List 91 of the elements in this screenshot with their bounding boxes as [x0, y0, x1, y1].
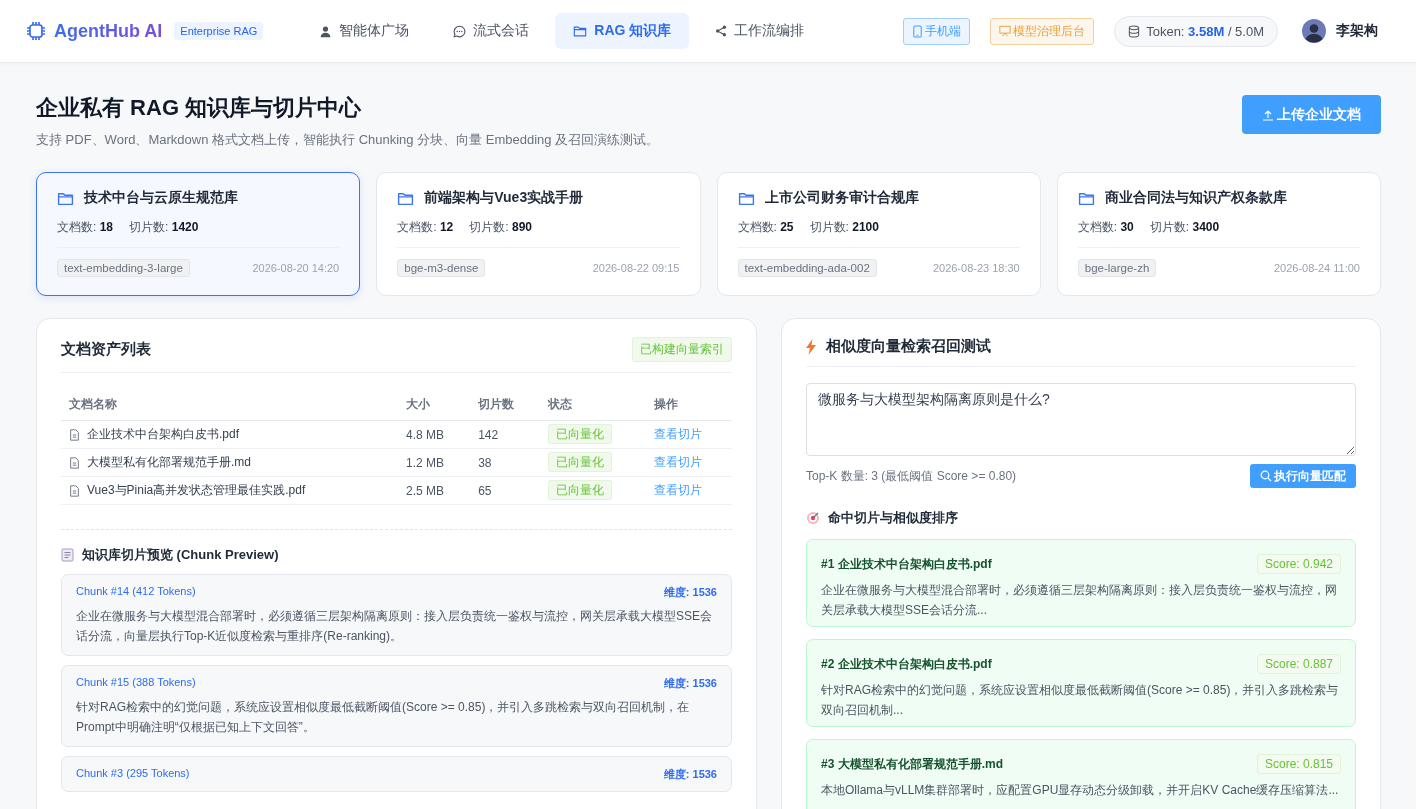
size-cell: 2.5 MB	[398, 476, 471, 505]
database-icon	[1128, 24, 1141, 38]
page-subtitle: 支持 PDF、Word、Markdown 格式文档上传，智能执行 Chunking 分块、向量 Embedding 及召回演练测试。	[36, 131, 660, 149]
update-date: 2026-08-23 18:30	[932, 262, 1020, 274]
score-badge: Score: 0.942	[1256, 554, 1341, 574]
nav-tab[interactable]: 工作流编排	[697, 13, 823, 49]
model-tag: text-embedding-3-large	[57, 259, 190, 277]
model-tag: bge-m3-dense	[397, 259, 486, 277]
document-count: 文档数: 12	[397, 219, 454, 236]
document-count: 文档数: 25	[737, 219, 794, 236]
knowledge-base-name: 前端架构与Vue3实战手册	[424, 189, 584, 207]
user-icon	[319, 24, 333, 38]
file-icon	[69, 484, 80, 497]
knowledge-base-card[interactable]: 技术中台与云原生规范库 文档数: 18 切片数: 1420 text-embedding-3-large 2026-08-20 14:20	[36, 172, 361, 296]
column-header: 文档名称	[61, 389, 398, 421]
folder-icon	[573, 24, 588, 38]
column-header: 大小	[398, 389, 471, 421]
nav-tab[interactable]: 流式会话	[435, 13, 548, 49]
chunk-label: Chunk #15 (388 Tokens)	[76, 676, 196, 690]
chunk-text: 企业在微服务与大模型混合部署时，必须遵循三层架构隔离原则：接入层负责统一鉴权与流控，网关层承载大模型SSE会话分流，向量层执行Top-K近似度检索与重排序(Re-ranking)。	[76, 608, 713, 645]
chunk-count-cell: 65	[470, 476, 540, 505]
results-title: 命中切片与相似度排序	[828, 509, 958, 527]
chunk-label: Chunk #3 (295 Tokens)	[76, 767, 190, 781]
edition-badge: Enterprise RAG	[174, 22, 264, 40]
update-date: 2026-08-20 14:20	[252, 262, 340, 274]
knowledge-base-card[interactable]: 前端架构与Vue3实战手册 文档数: 12 切片数: 890 bge-m3-dense 2026-08-22 09:15	[376, 172, 701, 296]
document-icon	[61, 548, 74, 562]
chunk-count: 切片数: 3400	[1149, 219, 1220, 236]
document-count: 文档数: 30	[1077, 219, 1134, 236]
file-icon	[69, 456, 80, 469]
upload-icon	[1262, 108, 1274, 121]
column-header: 切片数	[470, 389, 540, 421]
model-tag: text-embedding-ada-002	[737, 259, 877, 277]
top-k-setting: Top-K 数量: 3 (最低阈值 Score >= 0.80)	[806, 467, 1017, 485]
result-text: 针对RAG检索中的幻觉问题，系统应设置相似度最低截断阈值(Score >= 0.85)，并引入多跳检索与双向召回机制...	[821, 682, 1340, 719]
knowledge-base-card[interactable]: 上市公司财务审计合规库 文档数: 25 切片数: 2100 text-embedding-ada-002 2026-08-23 18:30	[716, 172, 1041, 296]
document-count: 文档数: 18	[57, 219, 114, 236]
score-badge: Score: 0.815	[1256, 754, 1341, 774]
file-icon	[69, 428, 80, 441]
update-date: 2026-08-22 09:15	[592, 262, 680, 274]
nav-tab[interactable]: 智能体广场	[301, 13, 428, 49]
chat-icon	[453, 24, 467, 38]
panel-title: 文档资产列表	[61, 340, 151, 359]
avatar[interactable]	[1302, 19, 1326, 43]
knowledge-base-card[interactable]: 商业合同法与知识产权条款库 文档数: 30 切片数: 3400 bge-large-zh 2026-08-24 11:00	[1056, 172, 1381, 296]
result-title: #3 大模型私有化部署规范手册.md	[821, 755, 1003, 773]
chunk-count-cell: 38	[470, 448, 540, 477]
knowledge-base-name: 技术中台与云原生规范库	[84, 189, 238, 207]
result-text: 本地Ollama与vLLM集群部署时，应配置GPU显存动态分级卸载，并开启KV Cache缓存压缩算法...	[821, 782, 1340, 799]
dimension-label: 维度: 1536	[663, 676, 717, 691]
phone-icon	[912, 24, 924, 38]
knowledge-base-name: 上市公司财务审计合规库	[764, 189, 919, 207]
dimension-label: 维度: 1536	[663, 585, 717, 600]
chunk-count: 切片数: 890	[469, 219, 532, 236]
page-title: 企业私有 RAG 知识库与切片中心	[36, 94, 363, 122]
size-cell: 1.2 MB	[398, 448, 471, 477]
result-title: #2 企业技术中台架构白皮书.pdf	[821, 655, 992, 673]
update-date: 2026-08-24 11:00	[1273, 262, 1360, 274]
status-badge: 已向量化	[547, 424, 612, 444]
nav-tab[interactable]: RAG 知识库	[555, 13, 690, 49]
column-header: 操作	[646, 389, 732, 421]
panel-title: 相似度向量检索召回测试	[826, 337, 991, 356]
knowledge-base-name: 商业合同法与知识产权条款库	[1104, 189, 1287, 207]
document-name: Vue3与Pinia高并发状态管理最佳实践.pdf	[87, 482, 306, 499]
monitor-icon	[999, 25, 1012, 37]
status-badge: 已向量化	[547, 480, 612, 500]
index-status-badge: 已构建向量索引	[632, 337, 732, 362]
column-header: 状态	[539, 389, 647, 421]
status-badge: 已向量化	[547, 452, 612, 472]
token-text: Token: 3.58M / 5.0M	[1146, 23, 1264, 39]
chunk-count-cell: 142	[470, 420, 540, 449]
dimension-label: 维度: 1536	[663, 767, 717, 782]
chunk-count: 切片数: 1420	[129, 219, 199, 236]
target-icon	[806, 511, 820, 525]
share-icon	[715, 25, 728, 37]
search-icon	[1260, 470, 1272, 482]
result-title: #1 企业技术中台架构白皮书.pdf	[821, 555, 992, 573]
query-field[interactable]: 微服务与大模型架构隔离原则是什么?	[806, 383, 1356, 456]
chip-icon	[26, 21, 46, 41]
section-title: 知识库切片预览 (Chunk Preview)	[82, 546, 279, 564]
chunk-text: 针对RAG检索中的幻觉问题，系统应设置相似度最低截断阈值(Score >= 0.85)，并引入多跳检索与双向召回机制，在Prompt中明确注明“仅根据已知上下文回答”。	[76, 699, 691, 736]
size-cell: 4.8 MB	[398, 420, 471, 449]
model-tag: bge-large-zh	[1077, 259, 1157, 277]
chunk-label: Chunk #14 (412 Tokens)	[76, 585, 196, 599]
user-name: 李架构	[1336, 22, 1378, 40]
chunk-count: 切片数: 2100	[809, 219, 879, 236]
document-name: 企业技术中台架构白皮书.pdf	[87, 426, 239, 443]
result-text: 企业在微服务与大模型混合部署时，必须遵循三层架构隔离原则：接入层负责统一鉴权与流控，网关层承载大模型SSE会话分流...	[821, 582, 1338, 619]
score-badge: Score: 0.887	[1256, 654, 1341, 674]
document-name: 大模型私有化部署规范手册.md	[87, 454, 251, 471]
lightning-icon	[806, 338, 816, 355]
